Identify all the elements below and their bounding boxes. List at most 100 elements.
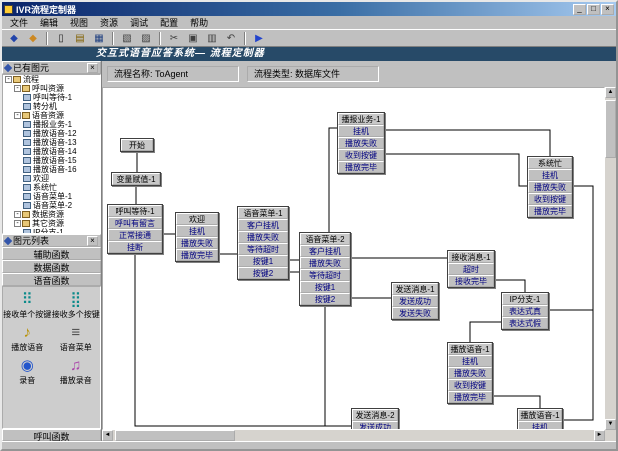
tree-item[interactable]: -流程 [3,75,100,84]
palette-panel-close-icon[interactable]: × [87,236,98,246]
node-title[interactable]: 接收消息-1 [448,251,494,263]
node-port-收到按键[interactable]: 收到按键 [338,149,384,161]
palette-group-数据函数[interactable]: 数据函数 [2,260,101,273]
node-port-挂机[interactable]: 挂机 [176,225,218,237]
flow-canvas[interactable]: 开始变量赋值-1呼叫等待-1呼叫有留言正常接通挂断欢迎挂机播放失败播放完毕语音菜… [102,87,605,430]
menu-item-调试[interactable]: 调试 [124,16,154,29]
scroll-right-icon[interactable] [594,430,605,441]
node-title[interactable]: 发送消息-2 [352,409,398,421]
node-port-挂机[interactable]: 挂机 [528,169,572,181]
tree-item[interactable]: 播放语音-12 [3,129,100,138]
menu-item-配置[interactable]: 配置 [154,16,184,29]
node-port-挂机[interactable]: 挂机 [518,421,562,430]
tree-item[interactable]: 播放语音-15 [3,156,100,165]
flow-node-语音菜单-1[interactable]: 语音菜单-1客户挂机播放失败等待超时按键1按键2 [237,206,289,280]
scroll-up-icon[interactable] [605,87,616,98]
node-port-接收完毕[interactable]: 接收完毕 [448,275,494,287]
menu-item-文件[interactable]: 文件 [4,16,34,29]
tree-item[interactable]: 播放语音-14 [3,147,100,156]
node-port-发送成功[interactable]: 发送成功 [392,295,438,307]
copy-icon[interactable]: ▣ [184,31,202,46]
save-icon[interactable]: ▦ [90,31,108,46]
node-title[interactable]: IP分支-1 [502,293,548,305]
print-icon[interactable]: ▧ [118,31,136,46]
tree-item[interactable]: 转分机 [3,102,100,111]
prev-flow-icon[interactable]: ◆ [5,31,23,46]
palette-group-语音函数[interactable]: 语音函数 [2,273,101,286]
palette-group-辅助函数[interactable]: 辅助函数 [2,247,101,260]
tree-item[interactable]: 欢迎 [3,174,100,183]
vertical-scrollbar[interactable] [605,87,616,430]
flow-node-语音菜单-2[interactable]: 语音菜单-2客户挂机播放失败等待超时按键1按键2 [299,232,351,306]
palette-item-语音菜单[interactable]: ≡语音菜单 [52,324,101,352]
node-title[interactable]: 语音菜单-1 [238,207,288,219]
vscroll-thumb[interactable] [605,100,616,158]
tree-item[interactable]: 播放语音-13 [3,138,100,147]
undo-icon[interactable]: ↶ [222,31,240,46]
menu-item-编辑[interactable]: 编辑 [34,16,64,29]
menu-item-帮助[interactable]: 帮助 [184,16,214,29]
tree-item[interactable]: 语音菜单-1 [3,192,100,201]
palette-item-接收多个按键[interactable]: ⣿接收多个按键 [52,291,101,319]
node-title[interactable]: 播放语音-1 [448,343,492,355]
node-port-挂断[interactable]: 挂断 [108,241,162,253]
new-icon[interactable]: ▯ [52,31,70,46]
node-port-呼叫有留言[interactable]: 呼叫有留言 [108,217,162,229]
hscroll-thumb[interactable] [115,430,235,441]
node-port-等待超时[interactable]: 等待超时 [300,269,350,281]
flow-name-field[interactable]: 流程名称: ToAgent [107,66,239,82]
node-port-播放失败[interactable]: 播放失败 [528,181,572,193]
node-port-超时[interactable]: 超时 [448,263,494,275]
node-port-发送失败[interactable]: 发送失败 [392,307,438,319]
node-port-等待超时[interactable]: 等待超时 [238,243,288,255]
flow-node-发送消息-2[interactable]: 发送消息-2发送成功发送失败 [351,408,399,430]
tree-toggle-icon[interactable]: - [14,112,21,119]
next-flow-icon[interactable]: ◆ [24,31,42,46]
flow-node-呼叫等待-1[interactable]: 呼叫等待-1呼叫有留言正常接通挂断 [107,204,163,254]
node-port-表达式假[interactable]: 表达式假 [502,317,548,329]
paste-icon[interactable]: ▥ [203,31,221,46]
node-port-正常接通[interactable]: 正常接通 [108,229,162,241]
tree-item[interactable]: 播放语音-16 [3,165,100,174]
flow-node-发送消息-1[interactable]: 发送消息-1发送成功发送失败 [391,282,439,320]
tree-toggle-icon[interactable]: - [14,211,21,218]
node-port-表达式真[interactable]: 表达式真 [502,305,548,317]
tree-item[interactable]: -其它资源 [3,219,100,228]
palette-item-接收单个按键[interactable]: ⠿接收单个按键 [3,291,52,319]
node-port-播放完毕[interactable]: 播放完毕 [528,205,572,217]
node-title[interactable]: 系统忙 [528,157,572,169]
node-port-播放失败[interactable]: 播放失败 [448,367,492,379]
flow-node-播报业务-1[interactable]: 播报业务-1挂机播放失败收到按键播放完毕 [337,112,385,174]
node-port-客户挂机[interactable]: 客户挂机 [300,245,350,257]
node-port-播放失败[interactable]: 播放失败 [338,137,384,149]
node-port-客户挂机[interactable]: 客户挂机 [238,219,288,231]
node-port-播放失败[interactable]: 播放失败 [238,231,288,243]
tree-item[interactable]: 播报业务-1 [3,120,100,129]
tree-toggle-icon[interactable]: - [14,85,21,92]
tree-item[interactable]: -呼叫资源 [3,84,100,93]
flow-node-开始[interactable]: 开始 [120,138,154,152]
node-port-收到按键[interactable]: 收到按键 [528,193,572,205]
flow-node-接收消息-1[interactable]: 接收消息-1超时接收完毕 [447,250,495,288]
flow-node-系统忙[interactable]: 系统忙挂机播放失败收到按键播放完毕 [527,156,573,218]
tree-item[interactable]: 系统忙 [3,183,100,192]
node-port-按键1[interactable]: 按键1 [300,281,350,293]
node-title[interactable]: 变量赋值-1 [112,173,160,185]
open-icon[interactable]: ▤ [71,31,89,46]
node-title[interactable]: 呼叫等待-1 [108,205,162,217]
flow-node-欢迎[interactable]: 欢迎挂机播放失败播放完毕 [175,212,219,262]
node-port-按键2[interactable]: 按键2 [238,267,288,279]
node-port-播放完毕[interactable]: 播放完毕 [176,249,218,261]
palette-item-播放录音[interactable]: ♫播放录音 [52,357,101,385]
tree-item[interactable]: -语音资源 [3,111,100,120]
node-title[interactable]: 播报业务-1 [338,113,384,125]
palette-item-录音[interactable]: ◉录音 [3,357,52,385]
minimize-button[interactable]: _ [573,4,586,15]
flow-node-IP分支-1[interactable]: IP分支-1表达式真表达式假 [501,292,549,330]
tree-item[interactable]: 语音菜单-2 [3,201,100,210]
scroll-down-icon[interactable] [605,419,616,430]
tree-toggle-icon[interactable]: - [5,76,12,83]
tree-toggle-icon[interactable]: - [14,220,21,227]
node-port-按键2[interactable]: 按键2 [300,293,350,305]
node-port-挂机[interactable]: 挂机 [448,355,492,367]
